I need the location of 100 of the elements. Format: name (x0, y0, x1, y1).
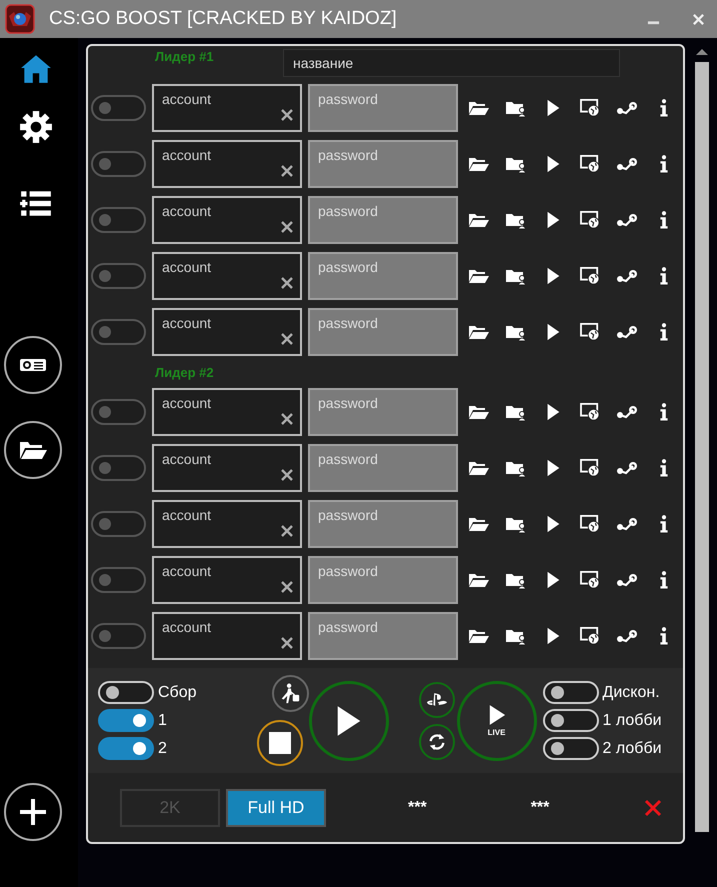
folder-user-icon[interactable] (505, 571, 527, 589)
clear-icon[interactable] (280, 220, 294, 234)
account-field[interactable]: account (152, 556, 302, 604)
folder-user-icon[interactable] (505, 459, 527, 477)
folder-user-icon[interactable] (505, 403, 527, 421)
steam-icon[interactable] (616, 155, 638, 173)
account-field[interactable]: account (152, 388, 302, 436)
clear-icon[interactable] (280, 580, 294, 594)
folder-user-icon[interactable] (505, 627, 527, 645)
monitor-globe-icon[interactable] (579, 211, 601, 229)
folder-user-icon[interactable] (505, 99, 527, 117)
password-field[interactable]: password (308, 556, 458, 604)
toggle-switch[interactable] (98, 709, 154, 732)
toggle-switch[interactable] (91, 151, 146, 177)
monitor-globe-icon[interactable] (579, 403, 601, 421)
clear-icon[interactable] (280, 412, 294, 426)
clear-icon[interactable] (280, 524, 294, 538)
account-field[interactable]: account (152, 308, 302, 356)
playstation-button[interactable] (418, 682, 455, 718)
toggle-switch[interactable] (91, 207, 146, 233)
toggle-label: 1 (158, 712, 167, 730)
folder-user-icon[interactable] (505, 211, 527, 229)
steam-icon[interactable] (616, 211, 638, 229)
steam-icon[interactable] (616, 267, 638, 285)
leader-label: Лидер #1 (155, 49, 214, 64)
steam-icon[interactable] (616, 99, 638, 117)
folder-icon[interactable] (468, 459, 490, 477)
folder-icon[interactable] (468, 211, 490, 229)
folder-icon[interactable] (468, 155, 490, 173)
name-field[interactable]: название (283, 49, 620, 77)
account-field[interactable]: account (152, 84, 302, 132)
folder-icon[interactable] (468, 571, 490, 589)
monitor-globe-icon[interactable] (579, 627, 601, 645)
monitor-globe-icon[interactable] (579, 571, 601, 589)
clear-icon[interactable] (280, 164, 294, 178)
steam-icon[interactable] (616, 403, 638, 421)
folder-icon[interactable] (468, 515, 490, 533)
stop-button[interactable] (256, 720, 303, 766)
monitor-globe-icon[interactable] (579, 155, 601, 173)
password-field[interactable]: password (308, 84, 458, 132)
walker-button[interactable] (272, 675, 309, 712)
folder-user-icon[interactable] (505, 155, 527, 173)
playstation-icon (426, 692, 448, 707)
toggle-switch[interactable] (91, 399, 146, 425)
password-field[interactable]: password (308, 140, 458, 188)
clear-icon[interactable] (280, 332, 294, 346)
live-button[interactable]: LIVE (456, 680, 537, 760)
settings-icon[interactable] (19, 110, 53, 144)
monitor-globe-icon[interactable] (579, 515, 601, 533)
clear-icon[interactable] (280, 636, 294, 650)
folder-icon[interactable] (468, 403, 490, 421)
clear-icon[interactable] (280, 468, 294, 482)
password-field[interactable]: password (308, 388, 458, 436)
folder-user-icon[interactable] (505, 515, 527, 533)
password-field[interactable]: password (308, 196, 458, 244)
scroll-up-icon[interactable] (695, 48, 709, 56)
account-field[interactable]: account (152, 612, 302, 660)
monitor-globe-icon[interactable] (579, 323, 601, 341)
toggle-switch[interactable] (91, 567, 146, 593)
steam-icon[interactable] (616, 323, 638, 341)
toggle-switch[interactable] (98, 737, 154, 760)
account-field[interactable]: account (152, 444, 302, 492)
plus-icon (18, 797, 48, 827)
clear-icon[interactable] (280, 108, 294, 122)
toggle-switch[interactable] (91, 455, 146, 481)
monitor-globe-icon[interactable] (579, 99, 601, 117)
folder-user-icon[interactable] (505, 323, 527, 341)
toggle-label: 2 (158, 740, 167, 758)
play-icon (488, 704, 506, 726)
steam-icon[interactable] (616, 571, 638, 589)
account-field[interactable]: account (152, 196, 302, 244)
folder-icon[interactable] (468, 323, 490, 341)
clear-icon[interactable] (280, 276, 294, 290)
close-icon[interactable] (643, 798, 664, 818)
toggle-switch[interactable] (91, 623, 146, 649)
account-field[interactable]: account (152, 140, 302, 188)
monitor-globe-icon[interactable] (579, 267, 601, 285)
toggle-switch[interactable] (91, 95, 146, 121)
folder-icon[interactable] (468, 267, 490, 285)
password-field[interactable]: password (308, 500, 458, 548)
account-field[interactable]: account (152, 252, 302, 300)
steam-icon[interactable] (616, 459, 638, 477)
resolution-button[interactable]: Full HD (226, 788, 326, 826)
toggle-switch[interactable] (91, 511, 146, 537)
play-button[interactable] (308, 680, 389, 760)
steam-icon[interactable] (616, 627, 638, 645)
account-field[interactable]: account (152, 500, 302, 548)
masked-text: *** (530, 798, 550, 816)
folder-icon[interactable] (468, 99, 490, 117)
toggle-switch[interactable] (91, 263, 146, 289)
password-field[interactable]: password (308, 308, 458, 356)
password-field[interactable]: password (308, 612, 458, 660)
steam-icon[interactable] (616, 515, 638, 533)
refresh-button[interactable] (418, 724, 455, 760)
monitor-globe-icon[interactable] (579, 459, 601, 477)
folder-icon[interactable] (468, 627, 490, 645)
password-field[interactable]: password (308, 252, 458, 300)
folder-user-icon[interactable] (505, 267, 527, 285)
password-field[interactable]: password (308, 444, 458, 492)
toggle-switch[interactable] (91, 319, 146, 345)
